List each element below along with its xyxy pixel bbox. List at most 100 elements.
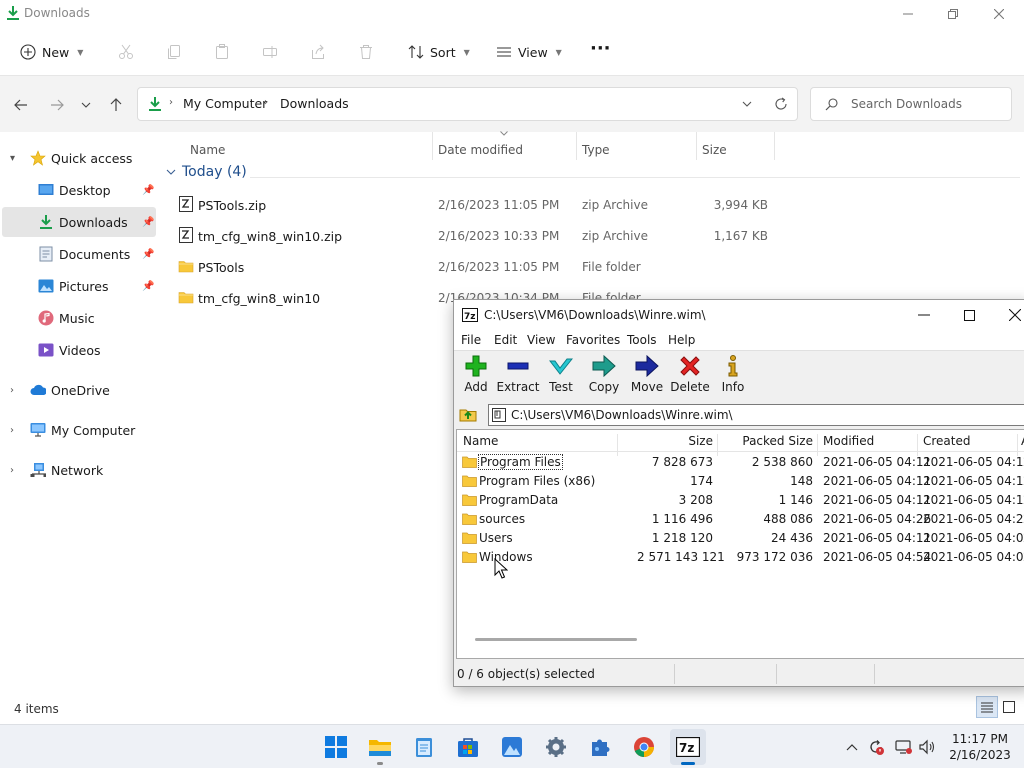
nav-videos[interactable]: Videos	[2, 335, 156, 365]
test-button[interactable]: Test	[539, 355, 583, 399]
archive-item-modified: 2021-06-05 04:26	[823, 512, 932, 526]
column-header-name[interactable]: Name	[463, 434, 498, 448]
forward-button[interactable]	[45, 94, 69, 116]
column-header-created[interactable]: Created	[923, 434, 971, 448]
cut-button[interactable]	[114, 40, 138, 64]
chevron-right-icon[interactable]: ›	[10, 425, 14, 436]
add-button[interactable]: Add	[454, 355, 498, 399]
file-row[interactable]: PSTools 2/16/2023 11:05 PM File folder	[160, 253, 1024, 281]
taskbar-store[interactable]	[450, 729, 486, 765]
7zip-minimize-button[interactable]	[901, 300, 947, 330]
nav-downloads[interactable]: Downloads 📌	[2, 207, 156, 237]
column-separator[interactable]	[774, 132, 775, 160]
column-header-date[interactable]: Date modified	[438, 138, 523, 162]
file-row[interactable]: PSTools.zip 2/16/2023 11:05 PM zip Archi…	[160, 191, 1024, 219]
group-header[interactable]: Today (4)	[166, 164, 247, 180]
paste-button[interactable]	[210, 40, 234, 64]
menu-edit[interactable]: Edit	[494, 333, 517, 347]
delete-button[interactable]	[354, 40, 378, 64]
archive-row[interactable]: Windows 2 571 143 121 973 172 036 2021-0…	[457, 548, 1024, 567]
nav-pictures[interactable]: Pictures 📌	[2, 271, 156, 301]
chevron-down-icon[interactable]	[742, 101, 752, 107]
details-view-button[interactable]	[976, 696, 998, 718]
column-separator[interactable]	[576, 132, 577, 160]
refresh-icon[interactable]	[774, 97, 788, 111]
large-icons-view-button[interactable]	[998, 696, 1020, 718]
column-header-packed-size[interactable]: Packed Size	[717, 434, 813, 448]
command-bar: New ▼ Sort ▼ View ▼ ···	[0, 28, 1024, 76]
7zip-maximize-button[interactable]	[946, 300, 992, 330]
taskbar-chrome[interactable]	[626, 729, 662, 765]
file-row[interactable]: tm_cfg_win8_win10.zip 2/16/2023 10:33 PM…	[160, 222, 1024, 250]
horizontal-scrollbar[interactable]	[475, 638, 637, 641]
column-header-modified[interactable]: Modified	[823, 434, 874, 448]
chevron-down-icon[interactable]: ▾	[10, 153, 15, 164]
archive-row[interactable]: sources 1 116 496 488 086 2021-06-05 04:…	[457, 510, 1024, 529]
7zip-close-button[interactable]	[992, 300, 1024, 330]
column-header-type[interactable]: Type	[582, 138, 610, 162]
share-button[interactable]	[306, 40, 330, 64]
7zip-app-icon: 7z	[676, 737, 700, 757]
chevron-right-icon[interactable]: ›	[10, 385, 14, 396]
copy-button[interactable]: Copy	[582, 355, 626, 399]
start-button[interactable]	[318, 729, 354, 765]
taskbar-file-explorer[interactable]	[362, 729, 398, 765]
system-clock[interactable]: 11:17 PM 2/16/2023	[944, 731, 1016, 763]
column-separator[interactable]	[696, 132, 697, 160]
nav-documents[interactable]: Documents 📌	[2, 239, 156, 269]
taskbar-notepad[interactable]	[406, 729, 442, 765]
tray-volume[interactable]	[918, 737, 938, 757]
taskbar-settings[interactable]	[538, 729, 574, 765]
extract-button[interactable]: Extract	[496, 355, 540, 399]
archive-row[interactable]: Program Files 7 828 673 2 538 860 2021-0…	[457, 453, 1024, 472]
menu-file[interactable]: File	[461, 333, 481, 347]
delete-button[interactable]: Delete	[668, 355, 712, 399]
tray-network[interactable]	[894, 737, 914, 757]
move-button[interactable]: Move	[625, 355, 669, 399]
chevron-right-icon[interactable]: ›	[10, 465, 14, 476]
taskbar-photos[interactable]	[494, 729, 530, 765]
maximize-button[interactable]	[930, 0, 976, 28]
taskbar-7zip[interactable]: 7z	[670, 729, 706, 765]
nav-music[interactable]: Music	[2, 303, 156, 333]
column-header-name[interactable]: Name	[190, 138, 225, 162]
info-button[interactable]: Info	[711, 355, 755, 399]
nav-my-computer[interactable]: › My Computer	[2, 415, 156, 445]
show-hidden-icons-button[interactable]	[842, 737, 862, 757]
sort-button[interactable]: Sort ▼	[408, 38, 470, 66]
nav-quick-access[interactable]: ▾ Quick access	[2, 143, 156, 173]
nav-onedrive[interactable]: › OneDrive	[2, 375, 156, 405]
7zip-titlebar[interactable]: 7z C:\Users\VM6\Downloads\Winre.wim\	[454, 300, 1024, 330]
close-button[interactable]	[976, 0, 1022, 28]
search-input[interactable]: Search Downloads	[810, 87, 1012, 121]
column-header-size[interactable]: Size	[702, 138, 727, 162]
copy-button[interactable]	[162, 40, 186, 64]
folder-up-icon[interactable]	[458, 404, 478, 424]
column-separator[interactable]	[432, 132, 433, 160]
archive-row[interactable]: ProgramData 3 208 1 146 2021-06-05 04:11…	[457, 491, 1024, 510]
breadcrumb-my-computer[interactable]: My Computer	[183, 96, 267, 111]
view-button[interactable]: View ▼	[496, 38, 562, 66]
column-header-size[interactable]: Size	[617, 434, 713, 448]
explorer-titlebar[interactable]: Downloads	[0, 0, 1024, 28]
recent-locations-button[interactable]	[74, 94, 98, 116]
back-button[interactable]	[9, 94, 33, 116]
taskbar-mobaxterm[interactable]	[582, 729, 618, 765]
minimize-button[interactable]	[885, 0, 931, 28]
more-options-button[interactable]: ···	[590, 34, 611, 62]
rename-button[interactable]	[258, 40, 282, 64]
up-button[interactable]	[104, 94, 128, 116]
address-bar[interactable]: › My Computer › Downloads	[137, 87, 798, 121]
menu-favorites[interactable]: Favorites	[566, 333, 620, 347]
menu-tools[interactable]: Tools	[627, 333, 657, 347]
nav-desktop[interactable]: Desktop 📌	[2, 175, 156, 205]
nav-network[interactable]: › Network	[2, 455, 156, 485]
menu-help[interactable]: Help	[668, 333, 695, 347]
menu-view[interactable]: View	[527, 333, 555, 347]
tray-update-status[interactable]	[866, 737, 886, 757]
new-button[interactable]: New ▼	[20, 38, 83, 66]
breadcrumb-downloads[interactable]: Downloads	[280, 96, 349, 111]
archive-row[interactable]: Program Files (x86) 174 148 2021-06-05 0…	[457, 472, 1024, 491]
7zip-path-field[interactable]: C:\Users\VM6\Downloads\Winre.wim\	[488, 404, 1024, 426]
archive-row[interactable]: Users 1 218 120 24 436 2021-06-05 04:11 …	[457, 529, 1024, 548]
